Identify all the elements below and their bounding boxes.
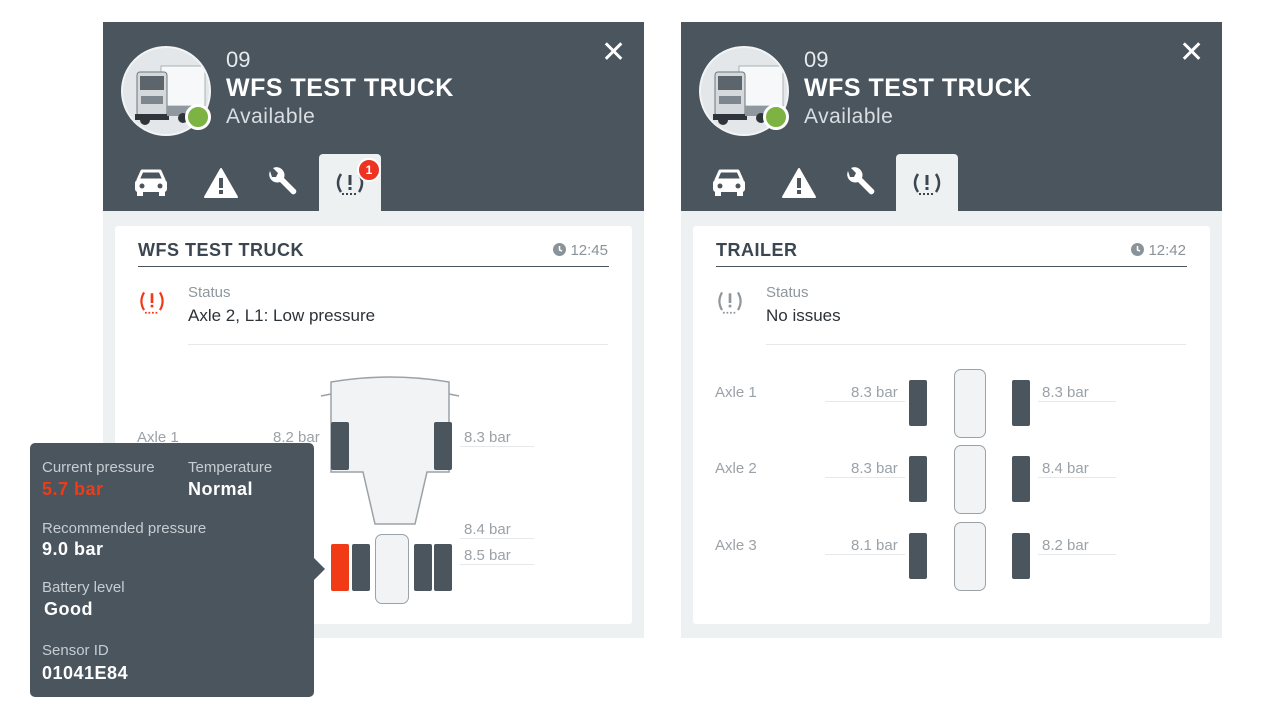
panel-title: WFS TEST TRUCK [138, 240, 304, 260]
tab-alerts[interactable] [768, 154, 830, 211]
tire-pressure-left: 8.3 bar [851, 384, 898, 401]
tire-alert-icon [140, 291, 164, 314]
underline [825, 554, 905, 555]
status-label: Status [188, 284, 231, 301]
trailer-body-segment [954, 445, 986, 514]
tire-pressure-right: 8.4 bar [1042, 460, 1089, 477]
tab-vehicle[interactable] [120, 154, 182, 211]
current-pressure-value: 5.7 bar [42, 479, 104, 499]
warning-icon [782, 168, 816, 198]
tire-pressure-right: 8.5 bar [464, 547, 511, 564]
title-divider [138, 266, 609, 267]
tab-tire-pressure[interactable]: 1 [319, 154, 381, 211]
tab-maintenance[interactable] [251, 154, 313, 211]
close-icon[interactable]: ✕ [601, 38, 626, 68]
recommended-pressure-value: 9.0 bar [42, 539, 104, 559]
title-divider [716, 266, 1187, 267]
tire-axle1-left[interactable] [331, 422, 349, 470]
panel-title: TRAILER [716, 240, 798, 260]
axle-body [375, 534, 409, 604]
wrench-icon [847, 167, 875, 195]
tab-tire-pressure[interactable] [896, 154, 958, 211]
tire-pressure-right: 8.3 bar [464, 429, 511, 446]
tire-pressure-left: 8.3 bar [851, 460, 898, 477]
underline [1038, 401, 1116, 402]
underline [825, 477, 905, 478]
time-value: 12:42 [1148, 242, 1186, 259]
status-divider [188, 344, 608, 345]
tire-axle2-left[interactable] [909, 456, 927, 502]
recommended-pressure-label: Recommended pressure [42, 520, 207, 537]
notification-badge: 1 [357, 158, 381, 182]
current-pressure-label: Current pressure [42, 459, 155, 476]
online-status-dot [763, 104, 789, 130]
clock-icon [1131, 243, 1145, 256]
tire-axle2-r2[interactable] [434, 544, 452, 591]
tire-axle3-right[interactable] [1012, 533, 1030, 579]
panel-time: 12:42 [1131, 242, 1186, 259]
tire-axle1-left[interactable] [909, 380, 927, 426]
tooltip-arrow [314, 558, 325, 580]
trailer-body-segment [954, 369, 986, 438]
tab-alerts[interactable] [190, 154, 252, 211]
tire-axle1-right[interactable] [434, 422, 452, 470]
tab-vehicle[interactable] [698, 154, 760, 211]
vehicle-number: 09 [226, 47, 251, 72]
clock-icon [553, 243, 567, 256]
vehicle-status: Available [226, 105, 316, 128]
car-icon [135, 169, 167, 196]
trailer-card: 09 WFS TEST TRUCK Available ✕ TRAILER 12… [681, 22, 1222, 638]
car-icon [713, 169, 745, 196]
status-value: Axle 2, L1: Low pressure [188, 306, 376, 325]
status-value: No issues [766, 306, 841, 325]
warning-icon [204, 168, 238, 198]
sensor-id-value: 01041E84 [42, 663, 129, 683]
sensor-id-label: Sensor ID [42, 642, 109, 659]
trailer-body-segment [954, 522, 986, 591]
vehicle-number: 09 [804, 47, 829, 72]
tire-axle3-left[interactable] [909, 533, 927, 579]
underline [825, 401, 905, 402]
card-header: 09 WFS TEST TRUCK Available ✕ [103, 22, 644, 211]
card-header: 09 WFS TEST TRUCK Available ✕ [681, 22, 1222, 211]
axle-label: Axle 2 [715, 460, 757, 477]
status-label: Status [766, 284, 809, 301]
battery-level-label: Battery level [42, 579, 125, 596]
status-divider [766, 344, 1186, 345]
tire-axle2-right[interactable] [1012, 456, 1030, 502]
tire-pressure-icon [913, 173, 941, 195]
online-status-dot [185, 104, 211, 130]
vehicle-name: WFS TEST TRUCK [226, 74, 454, 102]
tire-panel: TRAILER 12:42 Status No issues Axle 1 8.… [693, 226, 1210, 624]
tire-pressure-right: 8.3 bar [1042, 384, 1089, 401]
underline [460, 538, 534, 539]
tab-maintenance[interactable] [829, 154, 891, 211]
close-icon[interactable]: ✕ [1179, 38, 1204, 68]
panel-time: 12:45 [553, 242, 608, 259]
underline [460, 446, 534, 447]
battery-level-value: Good [44, 599, 93, 619]
temperature-value: Normal [188, 479, 254, 499]
tire-pressure-right: 8.4 bar [464, 521, 511, 538]
time-value: 12:45 [570, 242, 608, 259]
underline [1038, 477, 1116, 478]
vehicle-name: WFS TEST TRUCK [804, 74, 1032, 102]
temperature-label: Temperature [188, 459, 273, 476]
sensor-tooltip: Current pressure 5.7 bar Temperature Nor… [30, 443, 325, 697]
axle-label: Axle 3 [715, 537, 757, 554]
underline [460, 564, 534, 565]
tire-axle1-right[interactable] [1012, 380, 1030, 426]
tire-axle2-r1[interactable] [414, 544, 432, 591]
tire-pressure-left: 8.1 bar [851, 537, 898, 554]
tire-pressure-icon [718, 291, 742, 314]
tire-axle2-l2[interactable] [352, 544, 370, 591]
underline [1038, 554, 1116, 555]
tire-axle2-l1[interactable] [331, 544, 349, 591]
axle-label: Axle 1 [715, 384, 757, 401]
vehicle-status: Available [804, 105, 894, 128]
wrench-icon [269, 167, 297, 195]
tire-pressure-right: 8.2 bar [1042, 537, 1089, 554]
